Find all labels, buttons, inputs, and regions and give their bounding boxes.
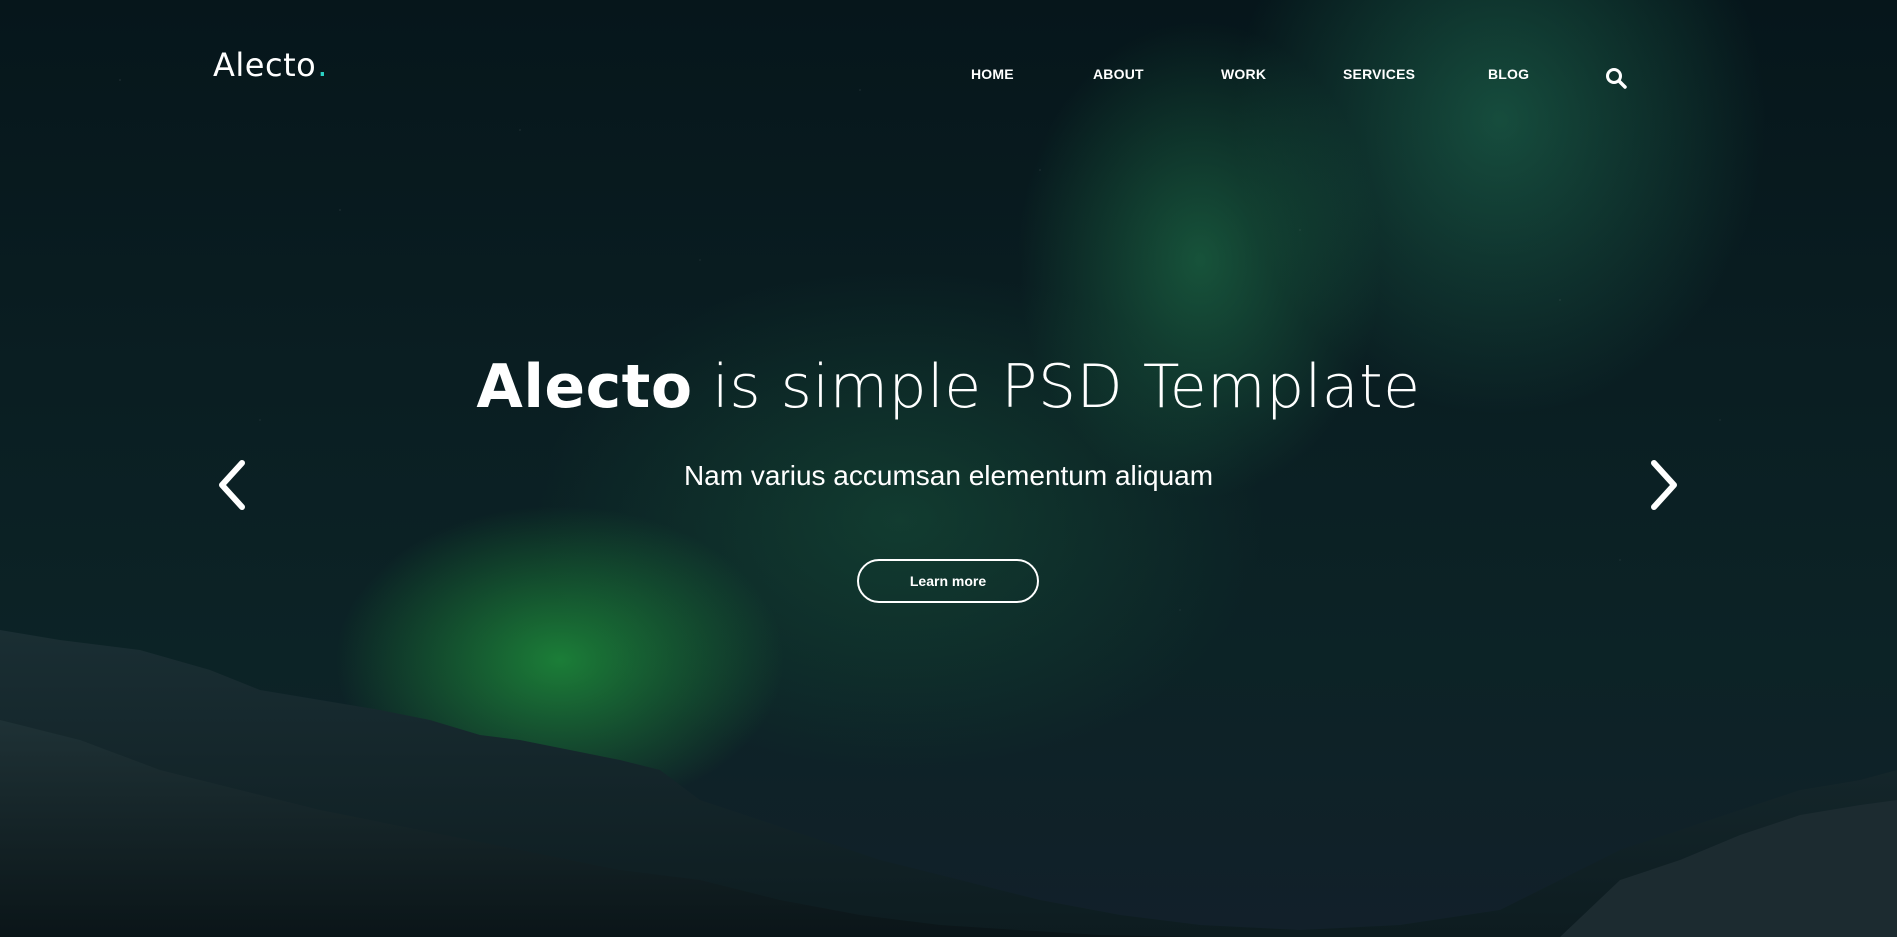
search-icon[interactable] — [1604, 66, 1628, 90]
learn-more-button[interactable]: Learn more — [857, 559, 1039, 603]
hero-section: Alecto. HOME ABOUT WORK SERVICES BLOG Al… — [0, 0, 1897, 937]
hero-title-rest: is simple PSD Template — [692, 352, 1421, 422]
nav-home[interactable]: HOME — [971, 66, 1014, 82]
chevron-right-icon[interactable] — [1646, 458, 1682, 512]
hero-title: Alecto is simple PSD Template — [0, 352, 1897, 422]
hero-title-bold: Alecto — [476, 352, 693, 422]
nav-services[interactable]: SERVICES — [1343, 66, 1415, 82]
nav-work[interactable]: WORK — [1221, 66, 1266, 82]
site-header: Alecto. HOME ABOUT WORK SERVICES BLOG — [0, 0, 1897, 120]
hero-subtitle: Nam varius accumsan elementum aliquam — [683, 460, 1214, 491]
nav-about[interactable]: ABOUT — [1093, 66, 1144, 82]
nav-blog[interactable]: BLOG — [1488, 66, 1529, 82]
